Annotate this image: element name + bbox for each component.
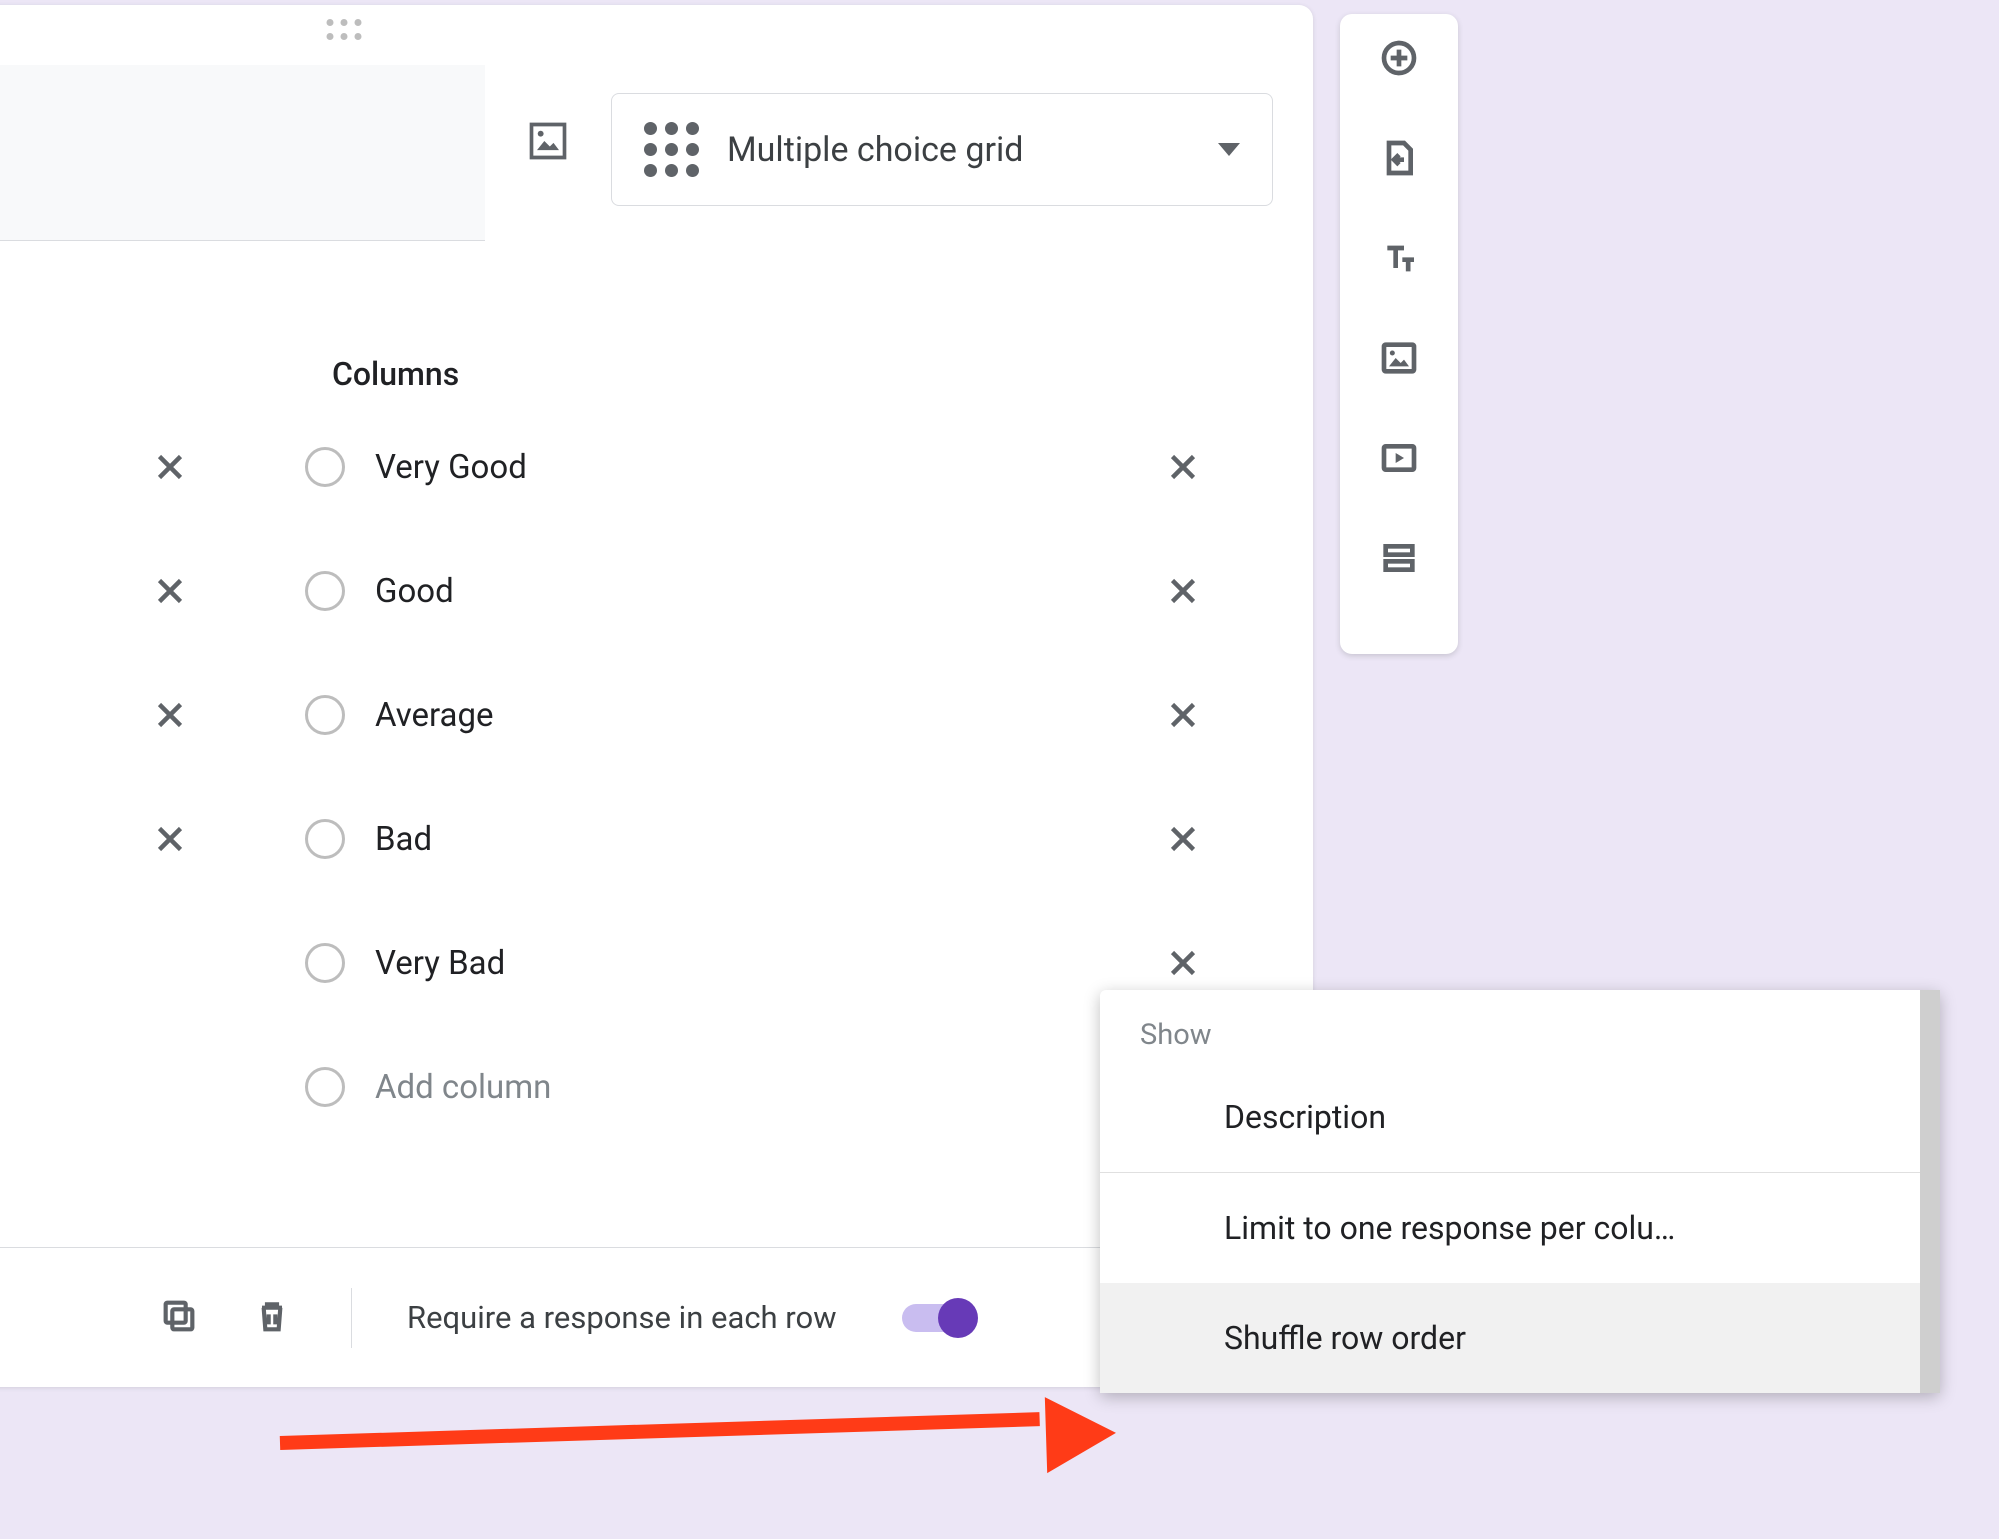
- grid-icon: [644, 122, 699, 177]
- drag-handle-icon[interactable]: [327, 19, 362, 40]
- column-option-row: Average: [155, 695, 1253, 735]
- video-icon: [1379, 438, 1419, 482]
- column-option-row: Very Bad: [155, 943, 1253, 983]
- radio-icon: [305, 943, 345, 983]
- delete-column-button[interactable]: [1163, 819, 1203, 859]
- copy-icon: [159, 1296, 199, 1340]
- delete-row-left-button[interactable]: [150, 695, 190, 735]
- question-type-select[interactable]: Multiple choice grid: [611, 93, 1273, 206]
- delete-column-button[interactable]: [1163, 447, 1203, 487]
- question-text-input[interactable]: following aspect of your: [0, 65, 485, 241]
- popup-header: Show: [1100, 1018, 1940, 1062]
- delete-row-left-button[interactable]: [150, 819, 190, 859]
- radio-icon: [305, 447, 345, 487]
- columns-heading: Columns: [332, 355, 459, 393]
- column-option-row: Very Good: [155, 447, 1253, 487]
- delete-row-left-button[interactable]: [150, 571, 190, 611]
- add-question-button[interactable]: [1377, 38, 1421, 82]
- side-toolbar: [1340, 14, 1458, 654]
- add-section-button[interactable]: [1377, 538, 1421, 582]
- import-icon: [1379, 138, 1419, 182]
- plus-circle-icon: [1379, 38, 1419, 82]
- column-option-label[interactable]: Very Good: [375, 448, 1133, 487]
- chevron-down-icon: [1218, 143, 1240, 156]
- add-image-button[interactable]: [1377, 338, 1421, 382]
- image-icon: [526, 119, 570, 167]
- column-option-label[interactable]: Good: [375, 572, 1133, 611]
- annotation-arrow: [280, 1410, 1110, 1470]
- popup-item-shuffle[interactable]: Shuffle row order: [1100, 1283, 1940, 1393]
- import-questions-button[interactable]: [1377, 138, 1421, 182]
- column-option-label[interactable]: Bad: [375, 820, 1133, 859]
- options-popup: Show Description Limit to one response p…: [1100, 990, 1940, 1393]
- column-option-label[interactable]: Very Bad: [375, 944, 1133, 983]
- section-icon: [1379, 538, 1419, 582]
- require-toggle[interactable]: [902, 1304, 970, 1332]
- column-option-row: Bad: [155, 819, 1253, 859]
- require-label: Require a response in each row: [407, 1299, 837, 1336]
- add-video-button[interactable]: [1377, 438, 1421, 482]
- radio-icon: [305, 695, 345, 735]
- popup-item-limit[interactable]: Limit to one response per colu…: [1100, 1173, 1940, 1283]
- popup-item-description[interactable]: Description: [1100, 1062, 1940, 1172]
- image-icon: [1379, 338, 1419, 382]
- column-option-label[interactable]: Average: [375, 696, 1133, 735]
- delete-button[interactable]: [248, 1294, 296, 1342]
- question-header-row: following aspect of your Multiple choice…: [0, 65, 1273, 241]
- scrollbar[interactable]: [1920, 990, 1940, 1393]
- trash-icon: [252, 1296, 292, 1340]
- duplicate-button[interactable]: [155, 1294, 203, 1342]
- delete-row-left-button[interactable]: [150, 447, 190, 487]
- add-title-button[interactable]: [1377, 238, 1421, 282]
- add-column-row[interactable]: Add column: [155, 1067, 1253, 1107]
- delete-column-button[interactable]: [1163, 695, 1203, 735]
- radio-icon: [305, 1067, 345, 1107]
- delete-column-button[interactable]: [1163, 571, 1203, 611]
- radio-icon: [305, 819, 345, 859]
- add-image-button[interactable]: [520, 115, 576, 171]
- radio-icon: [305, 571, 345, 611]
- divider: [351, 1288, 352, 1348]
- text-icon: [1379, 238, 1419, 282]
- delete-column-button[interactable]: [1163, 943, 1203, 983]
- question-type-label: Multiple choice grid: [727, 130, 1190, 170]
- column-option-row: Good: [155, 571, 1253, 611]
